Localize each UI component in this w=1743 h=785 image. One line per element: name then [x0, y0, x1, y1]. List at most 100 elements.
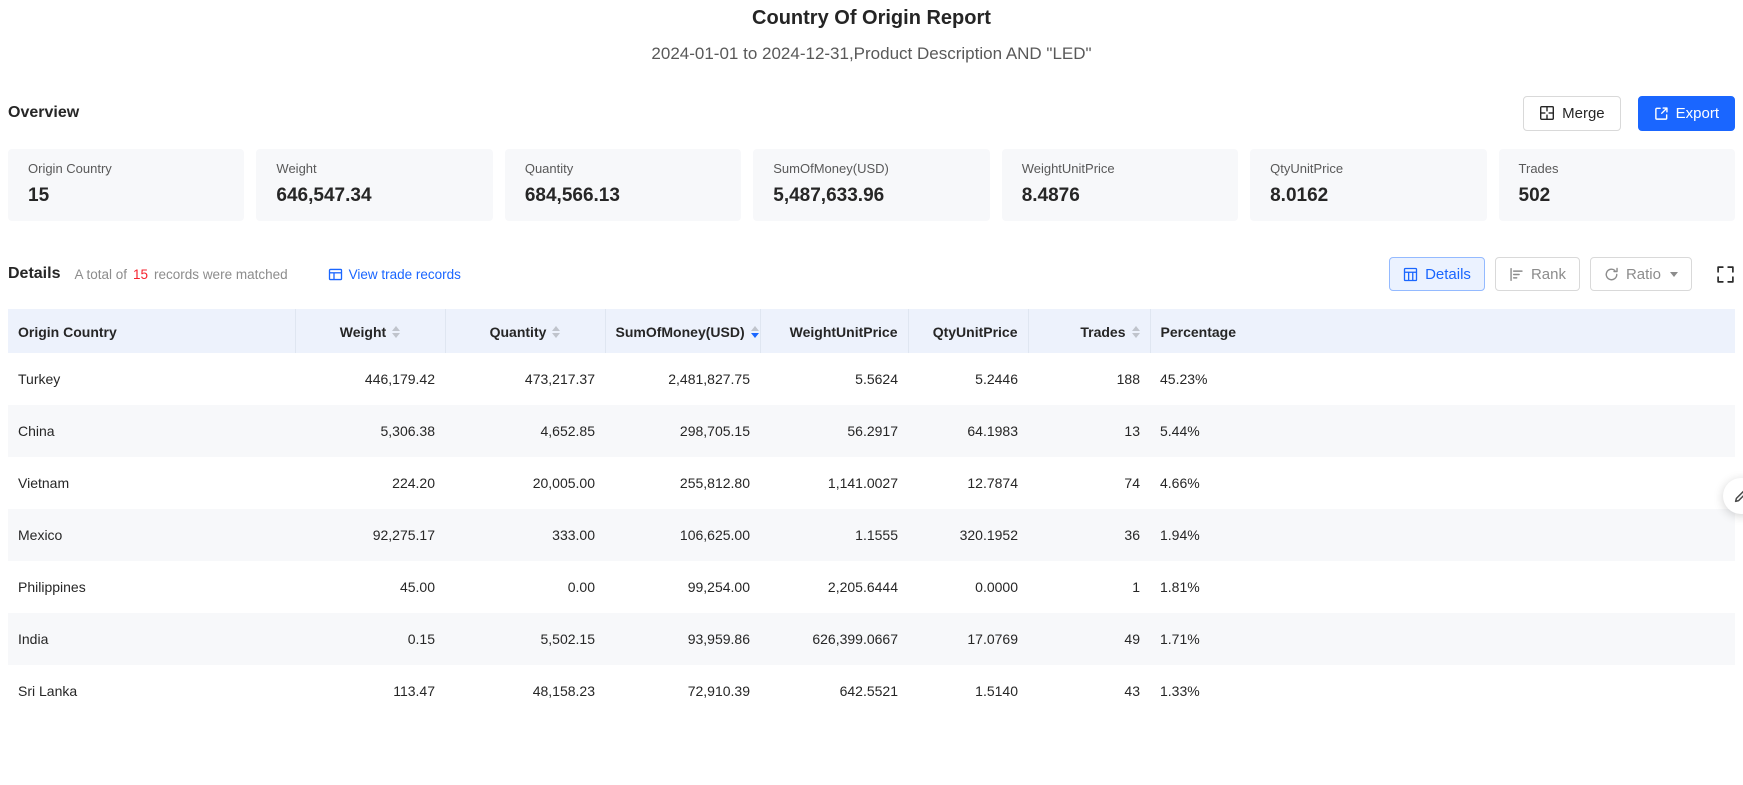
row-value-weightunitprice: 642.5521 — [760, 665, 908, 717]
table-grid-icon — [1403, 267, 1418, 282]
row-value-sumofmoney-usd: 298,705.15 — [605, 405, 760, 457]
card-value: 8.4876 — [1022, 183, 1218, 208]
row-origin-country: India — [8, 613, 295, 665]
column-label: SumOfMoney(USD) — [616, 324, 745, 340]
column-header-sumofmoney-usd[interactable]: SumOfMoney(USD) — [605, 309, 760, 353]
sort-caret-icons — [552, 326, 560, 338]
card-label: Trades — [1519, 160, 1715, 178]
merge-icon — [1539, 105, 1555, 121]
column-header-qtyunitprice: QtyUnitPrice — [908, 309, 1028, 353]
row-value-percentage: 1.94% — [1150, 509, 1735, 561]
view-trade-records-link[interactable]: View trade records — [328, 267, 461, 282]
row-value-weightunitprice: 626,399.0667 — [760, 613, 908, 665]
row-value-percentage: 1.81% — [1150, 561, 1735, 613]
row-value-trades: 188 — [1028, 353, 1150, 405]
overview-actions: Merge Export — [1523, 96, 1735, 131]
column-header-trades[interactable]: Trades — [1028, 309, 1150, 353]
table-row-vietnam: Vietnam224.2020,005.00255,812.801,141.00… — [8, 457, 1735, 509]
tab-rank[interactable]: Rank — [1495, 257, 1580, 291]
overview-card-qtyunitprice: QtyUnitPrice8.0162 — [1250, 149, 1486, 221]
row-value-percentage: 45.23% — [1150, 353, 1735, 405]
fullscreen-icon[interactable] — [1716, 265, 1735, 284]
overview-cards: Origin Country 15 Weight646,547.34 Quantity… — [8, 149, 1735, 221]
rank-bars-icon — [1509, 267, 1524, 282]
card-value: 5,487,633.96 — [773, 183, 969, 208]
page-title: Country Of Origin Report — [0, 6, 1743, 30]
sort-caret-icons — [751, 326, 759, 338]
table-row-sri-lanka: Sri Lanka113.4748,158.2372,910.39642.552… — [8, 665, 1735, 717]
row-value-sumofmoney-usd: 72,910.39 — [605, 665, 760, 717]
row-value-quantity: 473,217.37 — [445, 353, 605, 405]
column-header-quantity[interactable]: Quantity — [445, 309, 605, 353]
row-value-weight: 113.47 — [295, 665, 445, 717]
row-value-trades: 13 — [1028, 405, 1150, 457]
sort-caret-icons — [392, 326, 400, 338]
row-value-weight: 45.00 — [295, 561, 445, 613]
card-label: Origin Country — [28, 160, 224, 178]
row-value-quantity: 20,005.00 — [445, 457, 605, 509]
row-origin-country: China — [8, 405, 295, 457]
row-origin-country: Mexico — [8, 509, 295, 561]
details-table-wrap: Origin Country Weight Quantity SumOfMoney(U… — [8, 309, 1735, 717]
merge-button[interactable]: Merge — [1523, 96, 1621, 131]
column-label: WeightUnitPrice — [790, 324, 898, 340]
card-value: 15 — [28, 183, 224, 208]
column-label: Trades — [1080, 324, 1125, 340]
overview-card-sumofmoney-usd: SumOfMoney(USD) 5,487,633.96 — [753, 149, 989, 221]
row-value-sumofmoney-usd: 99,254.00 — [605, 561, 760, 613]
matched-prefix: A total of — [74, 267, 127, 282]
matched-count: 15 — [131, 267, 150, 282]
tab-rank-label: Rank — [1531, 266, 1566, 283]
ratio-cycle-icon — [1604, 267, 1619, 282]
row-value-weight: 446,179.42 — [295, 353, 445, 405]
tab-ratio[interactable]: Ratio — [1590, 257, 1692, 291]
column-header-origin-country: Origin Country — [8, 309, 295, 353]
row-value-qtyunitprice: 0.0000 — [908, 561, 1028, 613]
row-value-weightunitprice: 56.2917 — [760, 405, 908, 457]
row-value-percentage: 4.66% — [1150, 457, 1735, 509]
export-button[interactable]: Export — [1638, 96, 1735, 131]
country-of-origin-report-page: Country Of Origin Report 2024-01-01 to 2… — [0, 0, 1743, 785]
column-label: Percentage — [1161, 324, 1236, 340]
row-value-quantity: 333.00 — [445, 509, 605, 561]
row-value-weight: 5,306.38 — [295, 405, 445, 457]
card-label: Quantity — [525, 160, 721, 178]
row-value-weightunitprice: 1,141.0027 — [760, 457, 908, 509]
overview-card-origin-country: Origin Country 15 — [8, 149, 244, 221]
row-value-sumofmoney-usd: 2,481,827.75 — [605, 353, 760, 405]
row-value-percentage: 5.44% — [1150, 405, 1735, 457]
matched-summary: A total of 15 records were matched — [74, 267, 287, 282]
row-value-qtyunitprice: 17.0769 — [908, 613, 1028, 665]
card-label: SumOfMoney(USD) — [773, 160, 969, 178]
row-origin-country: Sri Lanka — [8, 665, 295, 717]
view-trade-records-label: View trade records — [349, 267, 461, 282]
overview-card-weight: Weight646,547.34 — [256, 149, 492, 221]
row-value-qtyunitprice: 1.5140 — [908, 665, 1028, 717]
card-value: 8.0162 — [1270, 183, 1466, 208]
sort-caret-icons — [1132, 326, 1140, 338]
table-body: Turkey446,179.42473,217.372,481,827.755.… — [8, 353, 1735, 717]
row-value-percentage: 1.71% — [1150, 613, 1735, 665]
report-header: Country Of Origin Report 2024-01-01 to 2… — [0, 0, 1743, 65]
row-value-quantity: 0.00 — [445, 561, 605, 613]
column-label: Weight — [340, 324, 386, 340]
column-header-percentage: Percentage — [1150, 309, 1735, 353]
table-row-mexico: Mexico92,275.17333.00106,625.001.1555320… — [8, 509, 1735, 561]
report-subtitle: 2024-01-01 to 2024-12-31,Product Descrip… — [0, 43, 1743, 65]
tab-details[interactable]: Details — [1389, 257, 1485, 291]
export-icon — [1654, 106, 1669, 121]
table-row-turkey: Turkey446,179.42473,217.372,481,827.755.… — [8, 353, 1735, 405]
row-value-trades: 36 — [1028, 509, 1150, 561]
column-header-weight[interactable]: Weight — [295, 309, 445, 353]
row-value-trades: 43 — [1028, 665, 1150, 717]
column-header-weightunitprice: WeightUnitPrice — [760, 309, 908, 353]
row-value-qtyunitprice: 12.7874 — [908, 457, 1028, 509]
table-row-philippines: Philippines45.000.0099,254.002,205.64440… — [8, 561, 1735, 613]
row-value-weight: 224.20 — [295, 457, 445, 509]
overview-card-trades: Trades502 — [1499, 149, 1735, 221]
row-value-sumofmoney-usd: 106,625.00 — [605, 509, 760, 561]
row-value-sumofmoney-usd: 255,812.80 — [605, 457, 760, 509]
tab-ratio-label: Ratio — [1626, 266, 1661, 283]
row-origin-country: Vietnam — [8, 457, 295, 509]
row-value-quantity: 48,158.23 — [445, 665, 605, 717]
